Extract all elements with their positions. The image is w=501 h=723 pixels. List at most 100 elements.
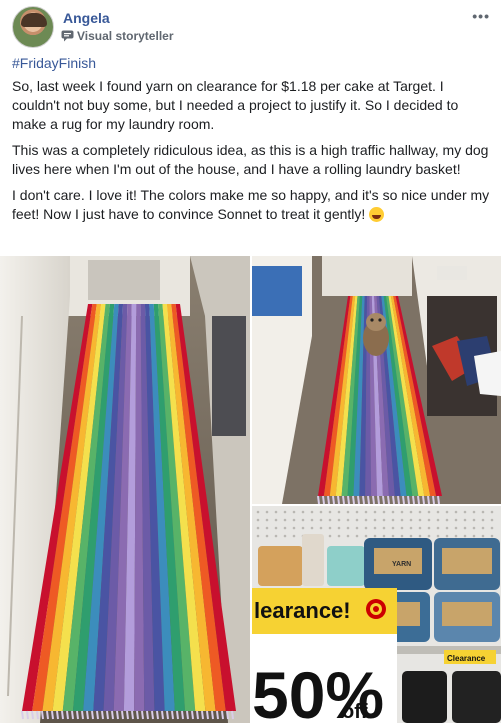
- pegboard-hole: [310, 510, 314, 514]
- photo-rug-hallway[interactable]: [0, 256, 250, 723]
- rug-fringe: [166, 710, 169, 720]
- rug-fringe: [402, 495, 405, 504]
- photo-rug-with-dog[interactable]: [252, 256, 501, 504]
- pegboard-hole: [445, 534, 449, 538]
- pegboard-hole: [355, 518, 359, 522]
- pegboard-hole: [283, 526, 287, 530]
- rug-fringe: [357, 495, 360, 504]
- rug-fringe: [146, 710, 149, 720]
- clearance-sign-text: learance!: [254, 598, 351, 623]
- pegboard-hole: [436, 534, 440, 538]
- discount-suffix-text: off: [342, 701, 368, 723]
- rug-fringe: [412, 495, 415, 504]
- pegboard-hole: [427, 510, 431, 514]
- pegboard-hole: [445, 510, 449, 514]
- rug-fringe: [347, 495, 350, 504]
- post-header: Angela Visual storyteller •••: [12, 6, 492, 50]
- pegboard-hole: [301, 526, 305, 530]
- rug-fringe: [226, 710, 229, 720]
- pegboard-hole: [454, 510, 458, 514]
- rug-fringe: [407, 495, 410, 504]
- pegboard-hole: [292, 534, 296, 538]
- speech-bubble-icon: [61, 30, 74, 42]
- pegboard-hole: [382, 510, 386, 514]
- pegboard-hole: [382, 534, 386, 538]
- pegboard-hole: [274, 526, 278, 530]
- rug-fringe: [231, 710, 234, 720]
- pegboard-hole: [481, 526, 485, 530]
- pegboard-hole: [301, 518, 305, 522]
- pegboard-hole: [382, 526, 386, 530]
- rug-fringe: [51, 710, 54, 720]
- rug-fringe: [317, 495, 320, 504]
- rug-fringe: [66, 710, 69, 720]
- pegboard-hole: [418, 526, 422, 530]
- rug-fringe: [397, 495, 400, 504]
- rug-fringe: [372, 495, 375, 504]
- pegboard-hole: [418, 534, 422, 538]
- pegboard-hole: [481, 534, 485, 538]
- rug-fringe: [191, 710, 194, 720]
- photo-clearance-shelf[interactable]: YARN learance! 50% off Clearance: [252, 506, 501, 723]
- author-badge: Visual storyteller: [61, 28, 174, 44]
- pegboard-hole: [355, 510, 359, 514]
- pegboard-hole: [472, 526, 476, 530]
- rug-fringe: [342, 495, 345, 504]
- pegboard-hole: [427, 518, 431, 522]
- rug-fringe: [41, 710, 44, 720]
- pegboard-hole: [472, 518, 476, 522]
- rug-fringe: [181, 710, 184, 720]
- rug-fringe: [221, 710, 224, 720]
- pegboard-hole: [256, 518, 260, 522]
- hashtag-link[interactable]: #FridayFinish: [12, 54, 492, 73]
- rug-dog-illustration: [252, 256, 501, 504]
- rug-fringe: [61, 710, 64, 720]
- pegboard-hole: [373, 518, 377, 522]
- rug-fringe: [387, 495, 390, 504]
- rug-fringe: [101, 710, 104, 720]
- pegboard-hole: [391, 526, 395, 530]
- rug-fringe: [417, 495, 420, 504]
- pegboard-hole: [400, 526, 404, 530]
- photo-grid: YARN learance! 50% off Clearance: [0, 256, 501, 723]
- pegboard-hole: [292, 518, 296, 522]
- pegboard-hole: [490, 526, 494, 530]
- pegboard-hole: [490, 534, 494, 538]
- pegboard-hole: [328, 510, 332, 514]
- pegboard-hole: [472, 534, 476, 538]
- rug-fringe: [422, 495, 425, 504]
- pegboard-hole: [373, 526, 377, 530]
- rug-fringe: [31, 710, 34, 720]
- rug-hallway-illustration: [0, 256, 250, 723]
- rug-fringe: [196, 710, 199, 720]
- pegboard-hole: [265, 518, 269, 522]
- pegboard-hole: [454, 534, 458, 538]
- rug-fringe: [186, 710, 189, 720]
- rug-fringe: [392, 495, 395, 504]
- post-paragraph-3: I don't care. I love it! The colors make…: [12, 187, 490, 222]
- yarn-label-text: YARN: [392, 561, 411, 568]
- pegboard-hole: [463, 526, 467, 530]
- pegboard-hole: [427, 534, 431, 538]
- rug-fringe: [327, 495, 330, 504]
- pegboard-hole: [472, 510, 476, 514]
- shelf-tag-text: Clearance: [447, 654, 486, 663]
- pegboard-hole: [382, 518, 386, 522]
- pegboard-hole: [436, 526, 440, 530]
- more-options-button[interactable]: •••: [472, 8, 490, 24]
- rug-fringe: [432, 495, 435, 504]
- pegboard-hole: [400, 510, 404, 514]
- pegboard-hole: [373, 510, 377, 514]
- pegboard-hole: [445, 526, 449, 530]
- pegboard-hole: [346, 526, 350, 530]
- pegboard-hole: [319, 510, 323, 514]
- pegboard-hole: [310, 518, 314, 522]
- rug-fringe: [216, 710, 219, 720]
- rug-fringe: [91, 710, 94, 720]
- avatar[interactable]: [12, 6, 54, 48]
- author-name[interactable]: Angela: [63, 10, 110, 26]
- pegboard-hole: [319, 526, 323, 530]
- pegboard-hole: [490, 518, 494, 522]
- pegboard-hole: [364, 518, 368, 522]
- pegboard-hole: [481, 510, 485, 514]
